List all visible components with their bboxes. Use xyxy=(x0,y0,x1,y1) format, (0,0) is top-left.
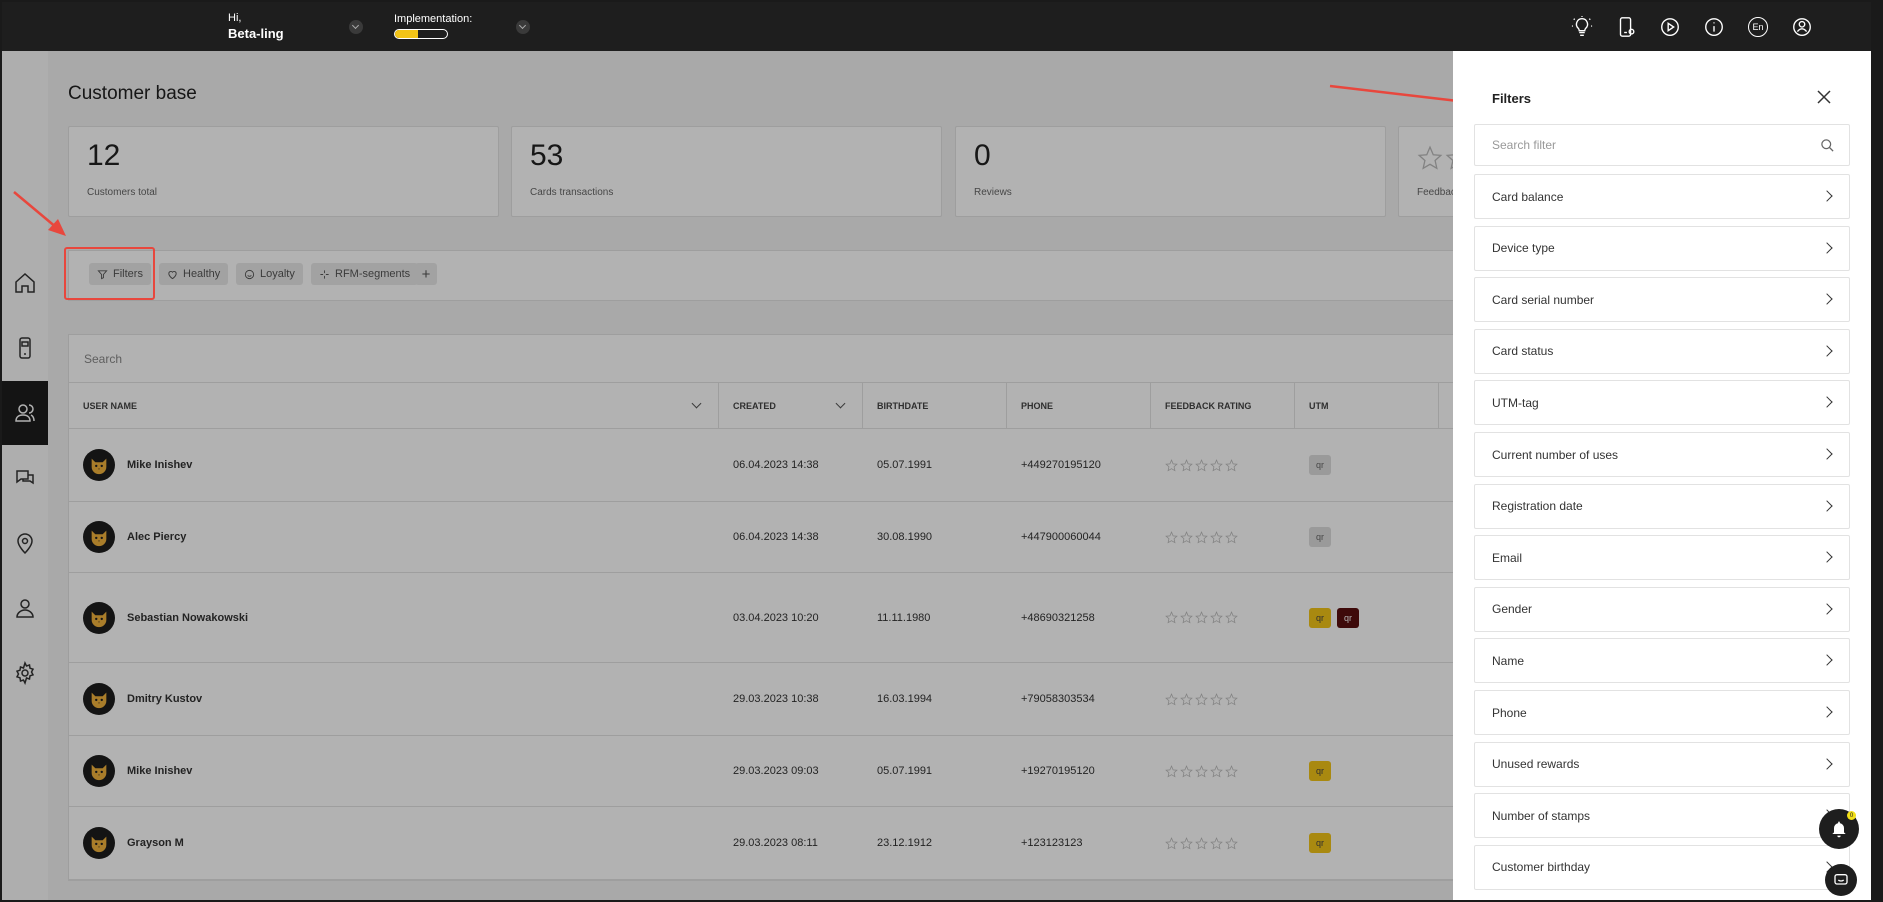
support-chat-button[interactable] xyxy=(1825,864,1857,896)
filter-item-label: Phone xyxy=(1492,705,1527,720)
filter-item[interactable]: Card balance xyxy=(1474,174,1850,219)
chevron-right-icon xyxy=(1821,345,1833,357)
filter-item[interactable]: UTM-tag xyxy=(1474,380,1850,426)
filter-item[interactable]: Number of stamps xyxy=(1474,793,1850,839)
implementation-bar-fill xyxy=(395,30,419,38)
filter-item-label: Gender xyxy=(1492,602,1533,617)
lightbulb-icon[interactable] xyxy=(1571,16,1593,38)
implementation-label: Implementation: xyxy=(394,13,473,25)
chevron-right-icon xyxy=(1821,603,1833,615)
filter-item[interactable]: Customer birthday xyxy=(1474,844,1850,890)
chevron-right-icon xyxy=(1821,551,1833,563)
chat-bubble-icon xyxy=(1834,874,1848,885)
chevron-right-icon xyxy=(1821,499,1833,512)
filter-item[interactable]: Card serial number xyxy=(1474,277,1850,323)
language-label: En xyxy=(1748,17,1768,37)
play-icon[interactable] xyxy=(1659,16,1681,38)
filter-item[interactable]: Unused rewards xyxy=(1474,741,1850,787)
filter-item-label: Email xyxy=(1492,550,1523,565)
filter-item[interactable]: Current number of uses xyxy=(1474,432,1850,477)
language-icon[interactable]: En xyxy=(1747,16,1769,38)
filters-panel: Filters Card balance Device type Card seri… xyxy=(1453,51,1871,900)
filter-item[interactable]: Card status xyxy=(1474,328,1850,374)
implementation-progress: Implementation: xyxy=(394,13,472,39)
search-icon xyxy=(1821,139,1834,152)
header-icons: En xyxy=(1571,16,1813,38)
filter-item-label: Card serial number xyxy=(1492,292,1595,307)
filter-item-label: UTM-tag xyxy=(1492,395,1539,410)
filter-item-label: Unused rewards xyxy=(1492,757,1580,772)
top-bar: Hi, Beta-ling Implementation: En xyxy=(2,2,1871,51)
notification-badge: 0 xyxy=(1847,811,1856,820)
filter-item[interactable]: Device type xyxy=(1474,225,1850,271)
filter-item-label: Current number of uses xyxy=(1492,447,1619,462)
filter-search-field xyxy=(1474,124,1850,166)
filter-item-label: Card balance xyxy=(1492,189,1564,204)
chevron-right-icon xyxy=(1821,190,1833,202)
chevron-right-icon xyxy=(1821,757,1833,770)
filter-item[interactable]: Name xyxy=(1474,638,1850,684)
bell-icon xyxy=(1832,821,1846,838)
info-icon[interactable] xyxy=(1703,16,1725,38)
close-icon[interactable] xyxy=(1814,87,1834,107)
greeting-text: Hi, xyxy=(228,12,242,24)
implementation-bar xyxy=(394,29,448,39)
filter-item-label: Device type xyxy=(1492,241,1555,256)
filter-item[interactable]: Gender xyxy=(1474,586,1850,632)
filter-item-label: Registration date xyxy=(1492,499,1583,514)
filter-item[interactable]: Phone xyxy=(1474,690,1850,735)
filter-item[interactable]: Registration date xyxy=(1474,483,1850,529)
chevron-right-icon xyxy=(1821,396,1833,409)
notifications-button[interactable]: 0 xyxy=(1819,809,1859,849)
filter-item[interactable]: Email xyxy=(1474,535,1850,581)
chevron-right-icon xyxy=(1821,706,1833,718)
chevron-right-icon xyxy=(1821,448,1833,460)
greeting: Hi, Beta-ling xyxy=(228,12,284,41)
account-icon[interactable] xyxy=(1791,16,1813,38)
account-dropdown-button[interactable] xyxy=(349,20,363,34)
implementation-dropdown-button[interactable] xyxy=(516,20,530,34)
chevron-right-icon xyxy=(1821,293,1833,305)
filter-search-input[interactable] xyxy=(1475,125,1792,165)
filter-item-label: Name xyxy=(1492,653,1525,668)
chevron-right-icon xyxy=(1821,654,1833,667)
chevron-right-icon xyxy=(1821,241,1833,254)
annotation-arrow-icon xyxy=(13,191,66,236)
filter-item-label: Customer birthday xyxy=(1492,860,1591,875)
filter-item-label: Number of stamps xyxy=(1492,808,1591,823)
phone-icon[interactable] xyxy=(1615,16,1637,38)
filter-item-label: Card status xyxy=(1492,344,1554,359)
filters-annotation-box xyxy=(64,247,155,300)
panel-title: Filters xyxy=(1492,91,1532,106)
app-frame: Hi, Beta-ling Implementation: En Custome… xyxy=(2,2,1871,900)
user-name: Beta-ling xyxy=(228,26,284,41)
